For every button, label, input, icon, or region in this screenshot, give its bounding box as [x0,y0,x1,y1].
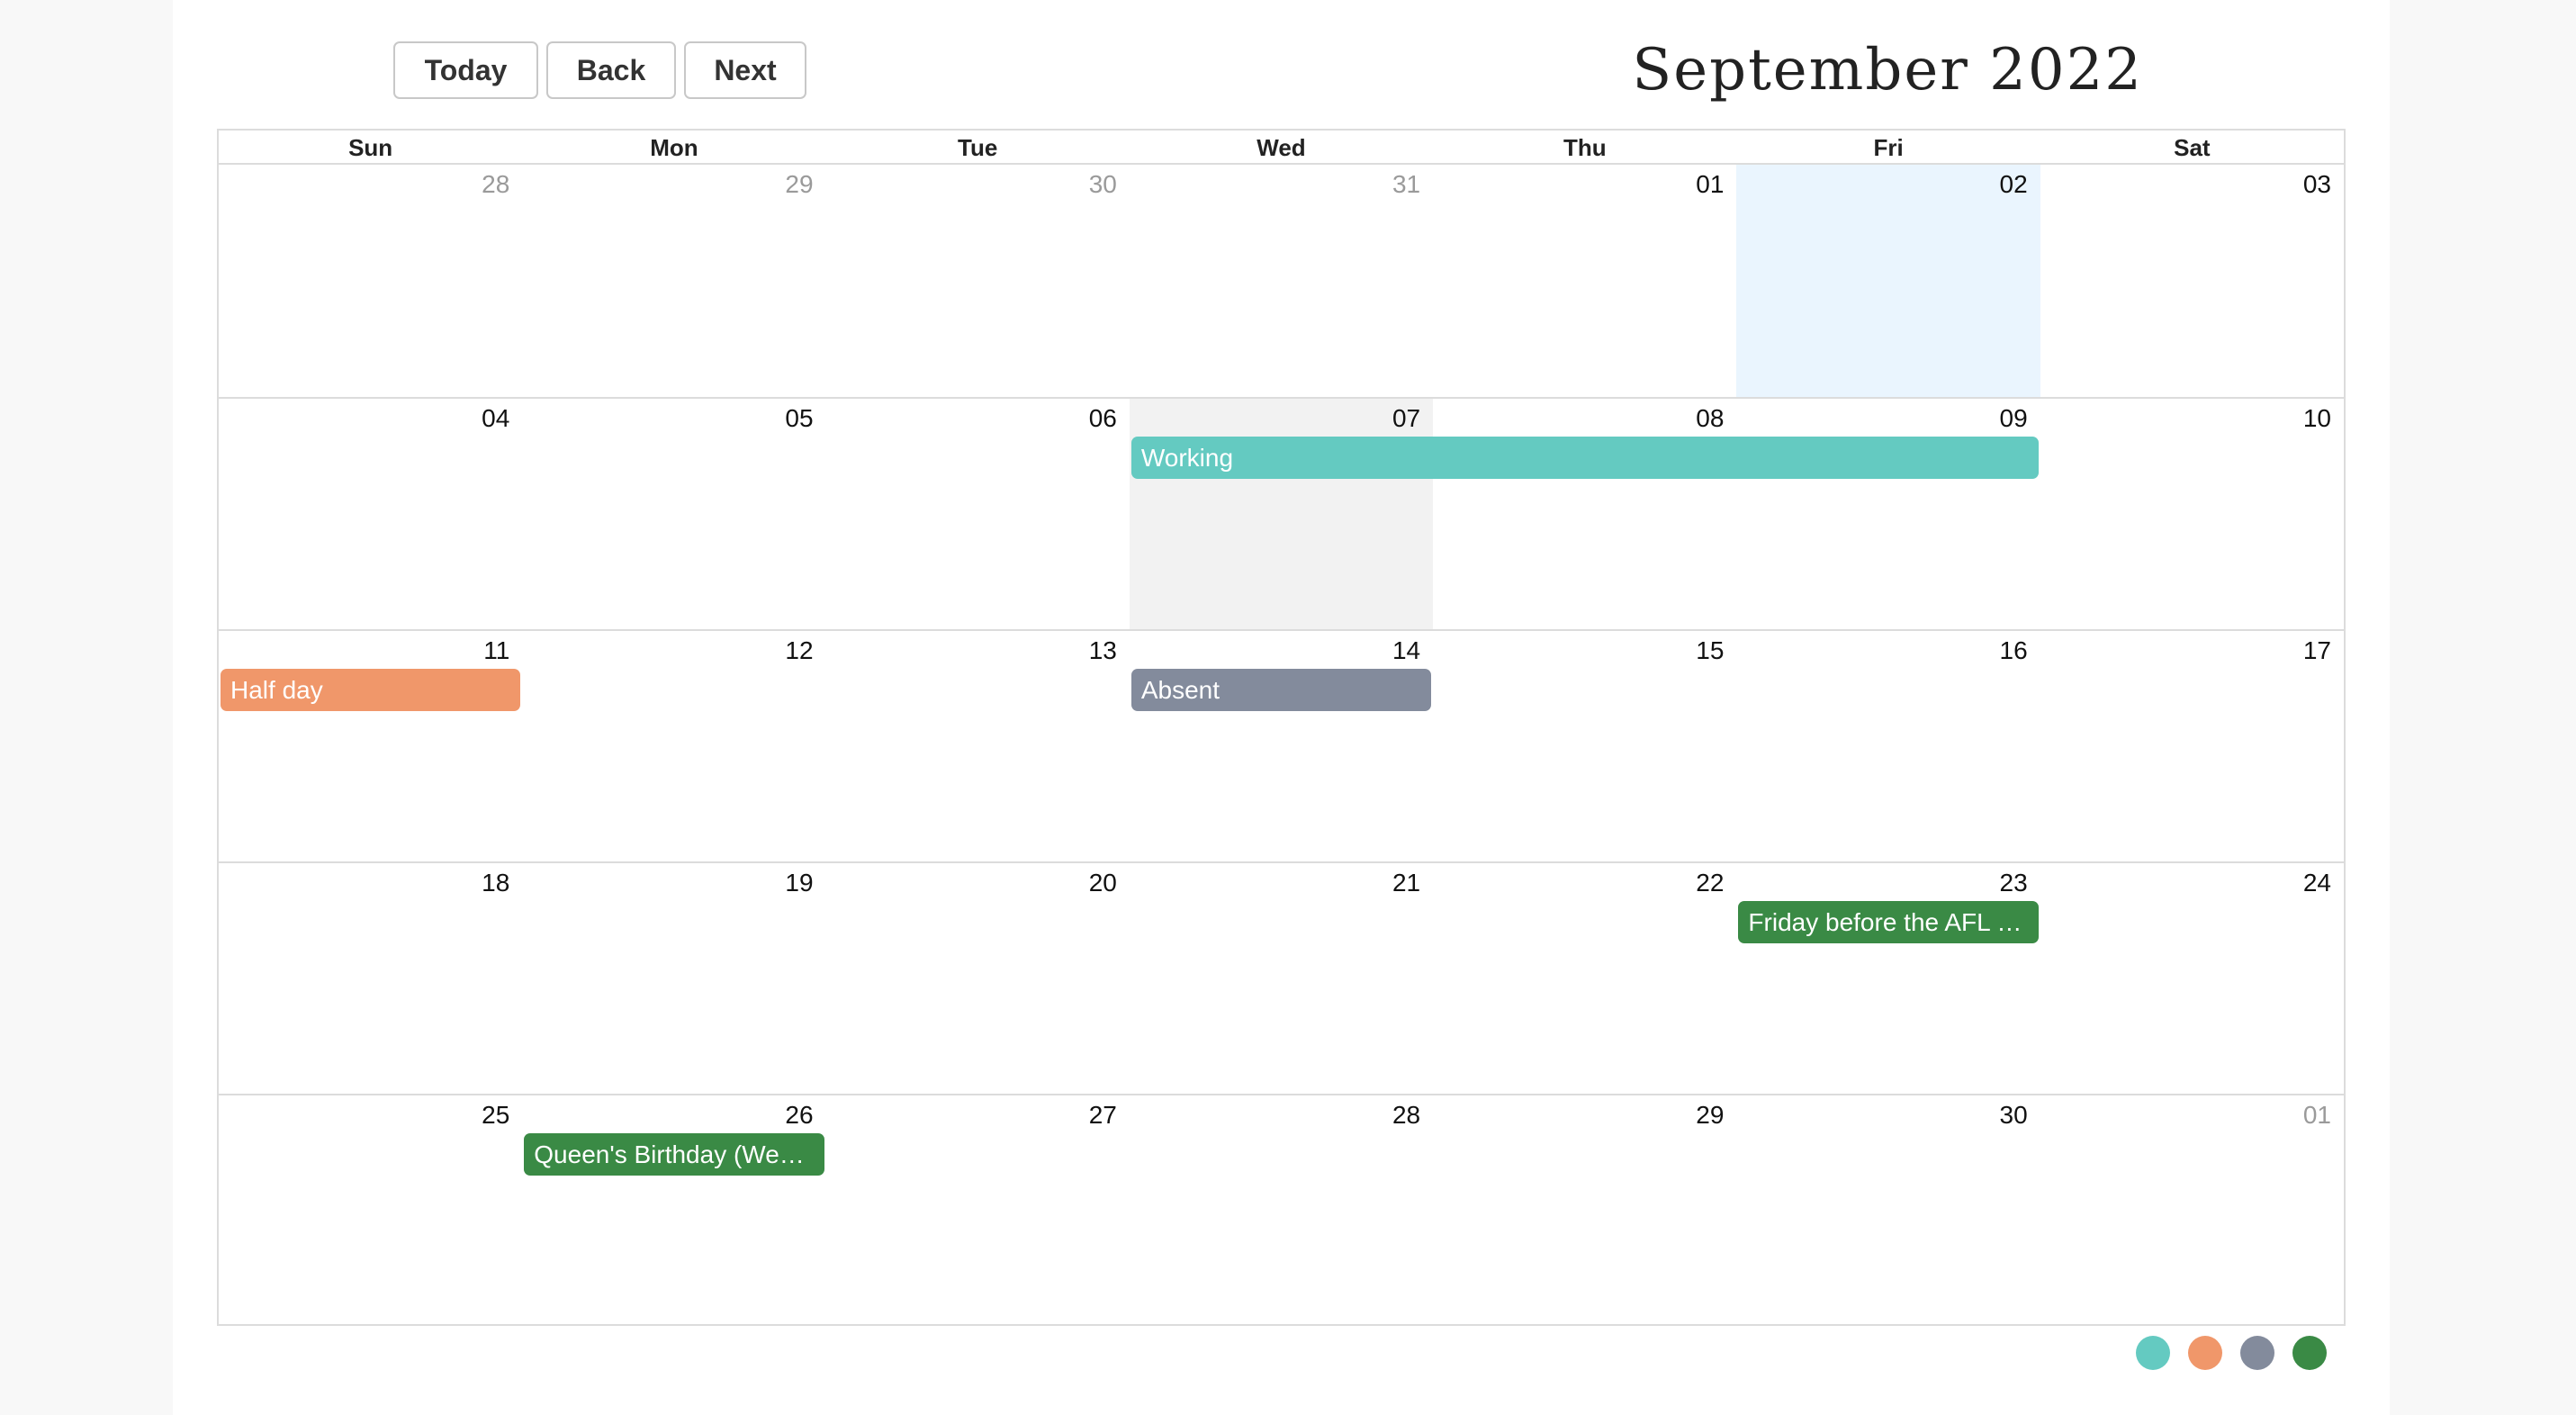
weekday-sun: Sun [348,134,393,161]
day-cell[interactable]: 29 [1433,1095,1736,1326]
date-number[interactable]: 29 [785,168,813,201]
month-grid: Sun Mon Tue Wed Thu Fri Sat 28 29 30 31 01 02 03 04 05… [217,129,2346,1326]
weekday-tue: Tue [958,134,998,161]
date-number[interactable]: 11 [483,635,509,667]
day-cell[interactable]: 03 [2040,165,2344,397]
day-cell[interactable]: 11 [219,631,522,861]
date-number[interactable]: 02 [2000,168,2028,201]
date-number[interactable]: 26 [785,1099,813,1131]
date-number[interactable]: 19 [785,867,813,899]
day-cell[interactable]: 02 [1736,165,2040,397]
date-number[interactable]: 03 [2303,168,2331,201]
date-number[interactable]: 01 [1696,168,1724,201]
weekday-sat: Sat [2174,134,2211,161]
day-cell[interactable]: 17 [2040,631,2344,861]
event-absent[interactable]: Absent [1130,669,1432,711]
date-number[interactable]: 17 [2303,635,2331,667]
back-button[interactable]: Back [546,41,676,99]
date-number[interactable]: 12 [785,635,813,667]
date-number[interactable]: 05 [785,402,813,435]
day-cell[interactable]: 31 [1130,165,1433,397]
working-dot-icon[interactable] [2136,1336,2170,1370]
date-number[interactable]: 16 [2000,635,2028,667]
date-number[interactable]: 10 [2303,402,2331,435]
day-cell[interactable]: 23 [1736,863,2040,1094]
date-number[interactable]: 28 [1392,1099,1420,1131]
date-number[interactable]: 27 [1089,1099,1117,1131]
day-cell[interactable]: 12 [522,631,825,861]
day-cell[interactable]: 29 [522,165,825,397]
day-cell[interactable]: 06 [826,399,1130,629]
weekday-mon: Mon [650,134,698,161]
day-cell[interactable]: 01 [2040,1095,2344,1326]
date-number[interactable]: 23 [2000,867,2028,899]
date-number[interactable]: 14 [1392,635,1420,667]
date-number[interactable]: 01 [2303,1099,2331,1131]
day-cell[interactable]: 07 [1129,399,1434,629]
day-cell[interactable]: 27 [826,1095,1130,1326]
day-cell[interactable]: 05 [522,399,825,629]
event-working[interactable]: Working [1130,437,2039,479]
date-number[interactable]: 18 [482,867,509,899]
date-number[interactable]: 30 [1089,168,1117,201]
day-cell[interactable]: 21 [1130,863,1433,1094]
event-half-day[interactable]: Half day [221,669,521,711]
date-number[interactable]: 24 [2303,867,2331,899]
event-friday-before-the-afl-grand-final-victoria[interactable]: Friday before the AFL Grand Final (Victo… [1738,901,2039,943]
day-cell[interactable]: 08 [1433,399,1736,629]
calendar-toolbar: Today Back Next [393,41,806,99]
holiday-dot-icon[interactable] [2292,1336,2327,1370]
date-number[interactable]: 09 [2000,402,2028,435]
day-cell[interactable]: 04 [219,399,522,629]
day-cell[interactable]: 10 [2040,399,2344,629]
week-row: 25 26 27 28 29 30 01 Queen's Birthday (Western … [219,1094,2344,1326]
weekday-header: Sun Mon Tue Wed Thu Fri Sat [219,131,2344,165]
day-cell[interactable]: 26 [522,1095,825,1326]
day-cell[interactable]: 01 [1433,165,1736,397]
date-number[interactable]: 13 [1089,635,1117,667]
weekday-wed: Wed [1256,134,1306,161]
week-row: 04 05 06 07 08 09 10 Working [219,397,2344,629]
day-cell[interactable]: 28 [219,165,522,397]
date-number[interactable]: 15 [1696,635,1724,667]
date-number[interactable]: 20 [1089,867,1117,899]
day-cell[interactable]: 25 [219,1095,522,1326]
day-cell[interactable]: 20 [826,863,1130,1094]
legend [2136,1336,2327,1370]
day-cell[interactable]: 14 [1130,631,1433,861]
day-cell[interactable]: 28 [1130,1095,1433,1326]
date-number[interactable]: 08 [1696,402,1724,435]
week-row: 28 29 30 31 01 02 03 [219,165,2344,397]
day-cell[interactable]: 18 [219,863,522,1094]
weekday-fri: Fri [1873,134,1904,161]
day-cell[interactable]: 19 [522,863,825,1094]
date-number[interactable]: 07 [1392,402,1420,435]
date-number[interactable]: 28 [482,168,509,201]
day-cell[interactable]: 15 [1433,631,1736,861]
today-button[interactable]: Today [393,41,538,99]
date-number[interactable]: 06 [1089,402,1117,435]
day-cell[interactable]: 09 [1736,399,2040,629]
month-title: September 2022 [1632,37,2143,104]
day-cell[interactable]: 16 [1736,631,2040,861]
date-number[interactable]: 22 [1696,867,1724,899]
date-number[interactable]: 31 [1392,168,1420,201]
day-cell[interactable]: 30 [826,165,1130,397]
date-number[interactable]: 29 [1696,1099,1724,1131]
week-row: 18 19 20 21 22 23 24 Friday before the AFL Gran… [219,861,2344,1094]
event-queen-s-birthday-western-australia[interactable]: Queen's Birthday (Western Australia) [524,1133,824,1176]
day-cell[interactable]: 13 [826,631,1130,861]
absent-dot-icon[interactable] [2240,1336,2274,1370]
date-number[interactable]: 21 [1392,867,1420,899]
day-cell[interactable]: 22 [1433,863,1736,1094]
week-row: 11 12 13 14 15 16 17 Half day Absent [219,629,2344,861]
half-day-dot-icon[interactable] [2188,1336,2222,1370]
date-number[interactable]: 25 [482,1099,509,1131]
date-number[interactable]: 30 [2000,1099,2028,1131]
weekday-thu: Thu [1563,134,1607,161]
day-cell[interactable]: 24 [2040,863,2344,1094]
day-cell[interactable]: 30 [1736,1095,2040,1326]
date-number[interactable]: 04 [482,402,509,435]
next-button[interactable]: Next [684,41,806,99]
